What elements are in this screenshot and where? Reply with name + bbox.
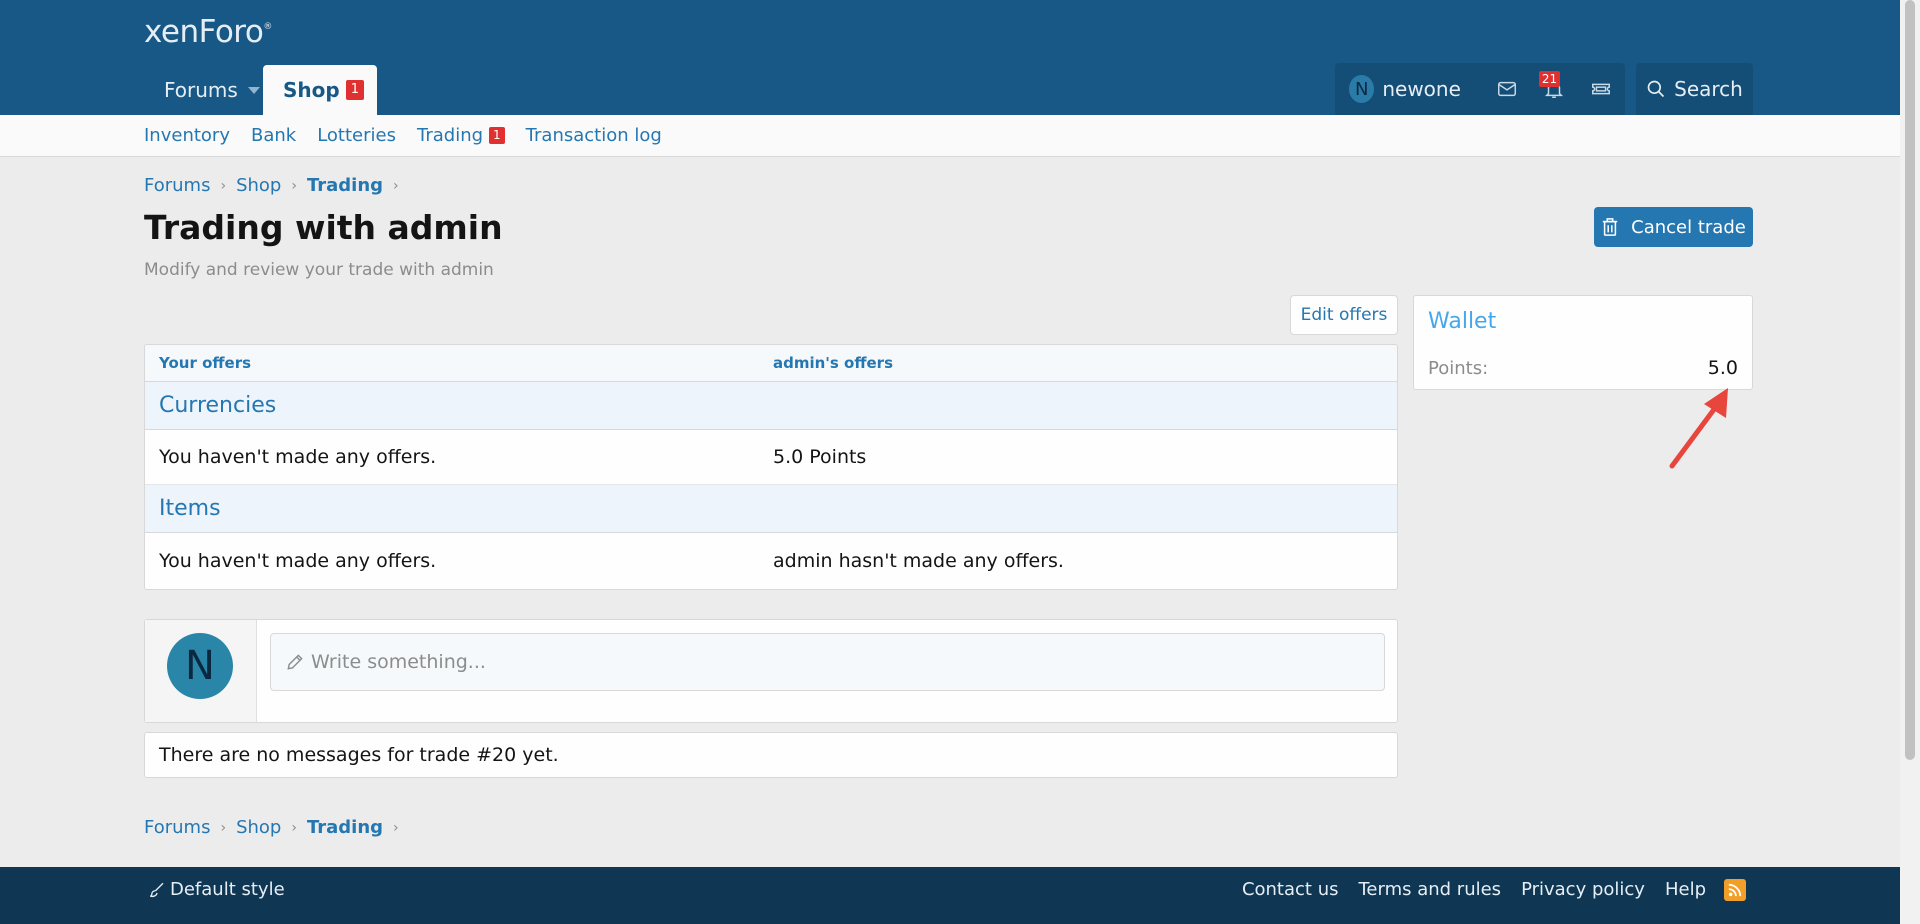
breadcrumb-sep: › [220,177,227,194]
footer-link-contact[interactable]: Contact us [1242,879,1339,900]
tab-shop[interactable]: Shop 1 [263,65,377,115]
wallet-title[interactable]: Wallet [1428,309,1496,334]
paintbrush-icon [149,882,164,897]
breadcrumb-sep: › [393,177,399,194]
site-header: xenForo® Forums Shop 1 N newone 21 Searc… [0,0,1900,115]
subnav-item-lotteries[interactable]: Lotteries [317,125,396,146]
cancel-trade-button[interactable]: Cancel trade [1594,207,1753,247]
breadcrumb-sep: › [291,819,297,836]
tab-forums-label: Forums [164,78,238,102]
site-footer: Default style Contact us Terms and rules… [0,867,1900,924]
table-row: You haven't made any offers. 5.0 Points [145,430,1397,485]
style-chooser-link[interactable]: Default style [148,867,285,912]
logo-mark: ® [263,22,272,32]
section-title: Currencies [159,393,277,418]
breadcrumb-shop[interactable]: Shop [236,175,281,196]
scrollbar-thumb[interactable] [1905,0,1915,760]
search-icon [1647,80,1665,98]
subnav-item-transaction-log[interactable]: Transaction log [526,125,662,146]
your-offer-cell: You haven't made any offers. [159,549,437,572]
annotation-arrow [1669,388,1728,469]
section-items: Items [145,485,1397,533]
breadcrumb-trading[interactable]: Trading [307,817,383,838]
inbox-button[interactable] [1484,63,1531,115]
tab-shop-badge: 1 [345,80,364,100]
style-chooser-label: Default style [170,879,285,900]
chevron-down-icon[interactable] [247,86,260,94]
search-button[interactable]: Search [1636,63,1753,115]
message-placeholder: Write something... [311,651,486,673]
offers-header-row: Your offers admin's offers [145,345,1397,382]
footer-link-privacy[interactable]: Privacy policy [1521,879,1645,900]
page-scrollbar[interactable] [1900,0,1920,924]
breadcrumb-trading[interactable]: Trading [307,175,383,196]
rss-icon[interactable] [1724,878,1746,901]
footer-link-terms[interactable]: Terms and rules [1358,879,1501,900]
wallet-points-value: 5.0 [1707,357,1738,379]
tab-forums[interactable]: Forums [144,65,264,115]
message-composer: N Write something... [144,619,1398,723]
your-offer-cell: You haven't made any offers. [159,446,437,468]
cancel-trade-label: Cancel trade [1631,216,1746,238]
their-offers-header: admin's offers [773,354,894,372]
offers-table: Your offers admin's offers Currencies Yo… [144,344,1398,590]
wallet-widget: Wallet Points: 5.0 [1413,295,1753,390]
breadcrumb-sep: › [393,819,399,836]
breadcrumb-forums[interactable]: Forums [144,175,210,196]
breadcrumb-sep: › [291,177,297,194]
composer-avatar-column: N [145,620,257,722]
edit-offers-button[interactable]: Edit offers [1290,295,1398,335]
their-offer-cell: 5.0 Points [773,446,867,468]
subnav-item-bank[interactable]: Bank [251,125,296,146]
alerts-badge: 21 [1538,71,1561,87]
breadcrumb-shop[interactable]: Shop [236,817,281,838]
pencil-icon [287,654,303,670]
ticket-icon [1592,83,1611,95]
breadcrumb-sep: › [220,819,227,836]
rss-glyph [1728,883,1742,896]
tickets-button[interactable] [1578,63,1625,115]
trash-icon [1602,218,1618,236]
your-offers-header: Your offers [159,354,252,372]
avatar[interactable]: N [1349,75,1375,103]
message-input[interactable]: Write something... [270,633,1385,691]
envelope-icon [1498,81,1517,97]
their-offer-cell: admin hasn't made any offers. [773,549,1064,572]
username-link[interactable]: newone [1382,77,1483,101]
section-currencies: Currencies [145,382,1397,430]
table-row: You haven't made any offers. admin hasn'… [145,533,1397,588]
site-logo[interactable]: xenForo® [144,14,272,50]
subnav-item-inventory[interactable]: Inventory [144,125,230,146]
subnav-item-trading-label: Trading [416,125,484,146]
search-label: Search [1674,77,1743,101]
subnav-trading-badge: 1 [489,127,505,144]
breadcrumb: Forums › Shop › Trading › [144,817,409,838]
logo-text: xenForo [144,14,264,50]
page-description: Modify and review your trade with admin [144,260,494,280]
user-nav-group: N newone 21 [1335,63,1625,115]
subnav-item-trading[interactable]: Trading 1 [417,125,505,146]
wallet-points-label: Points: [1428,358,1489,379]
footer-link-help[interactable]: Help [1665,879,1706,900]
avatar[interactable]: N [167,633,233,699]
breadcrumb: Forums › Shop › Trading › [144,175,409,196]
alerts-button[interactable]: 21 [1531,63,1578,115]
page-title: Trading with admin [144,208,503,247]
breadcrumb-forums[interactable]: Forums [144,817,210,838]
section-title: Items [159,496,221,521]
footer-links: Contact us Terms and rules Privacy polic… [1222,867,1746,912]
sub-navigation: Inventory Bank Lotteries Trading 1 Trans… [0,115,1900,157]
tab-shop-label: Shop [283,78,340,102]
no-messages-notice: There are no messages for trade #20 yet. [144,732,1398,778]
